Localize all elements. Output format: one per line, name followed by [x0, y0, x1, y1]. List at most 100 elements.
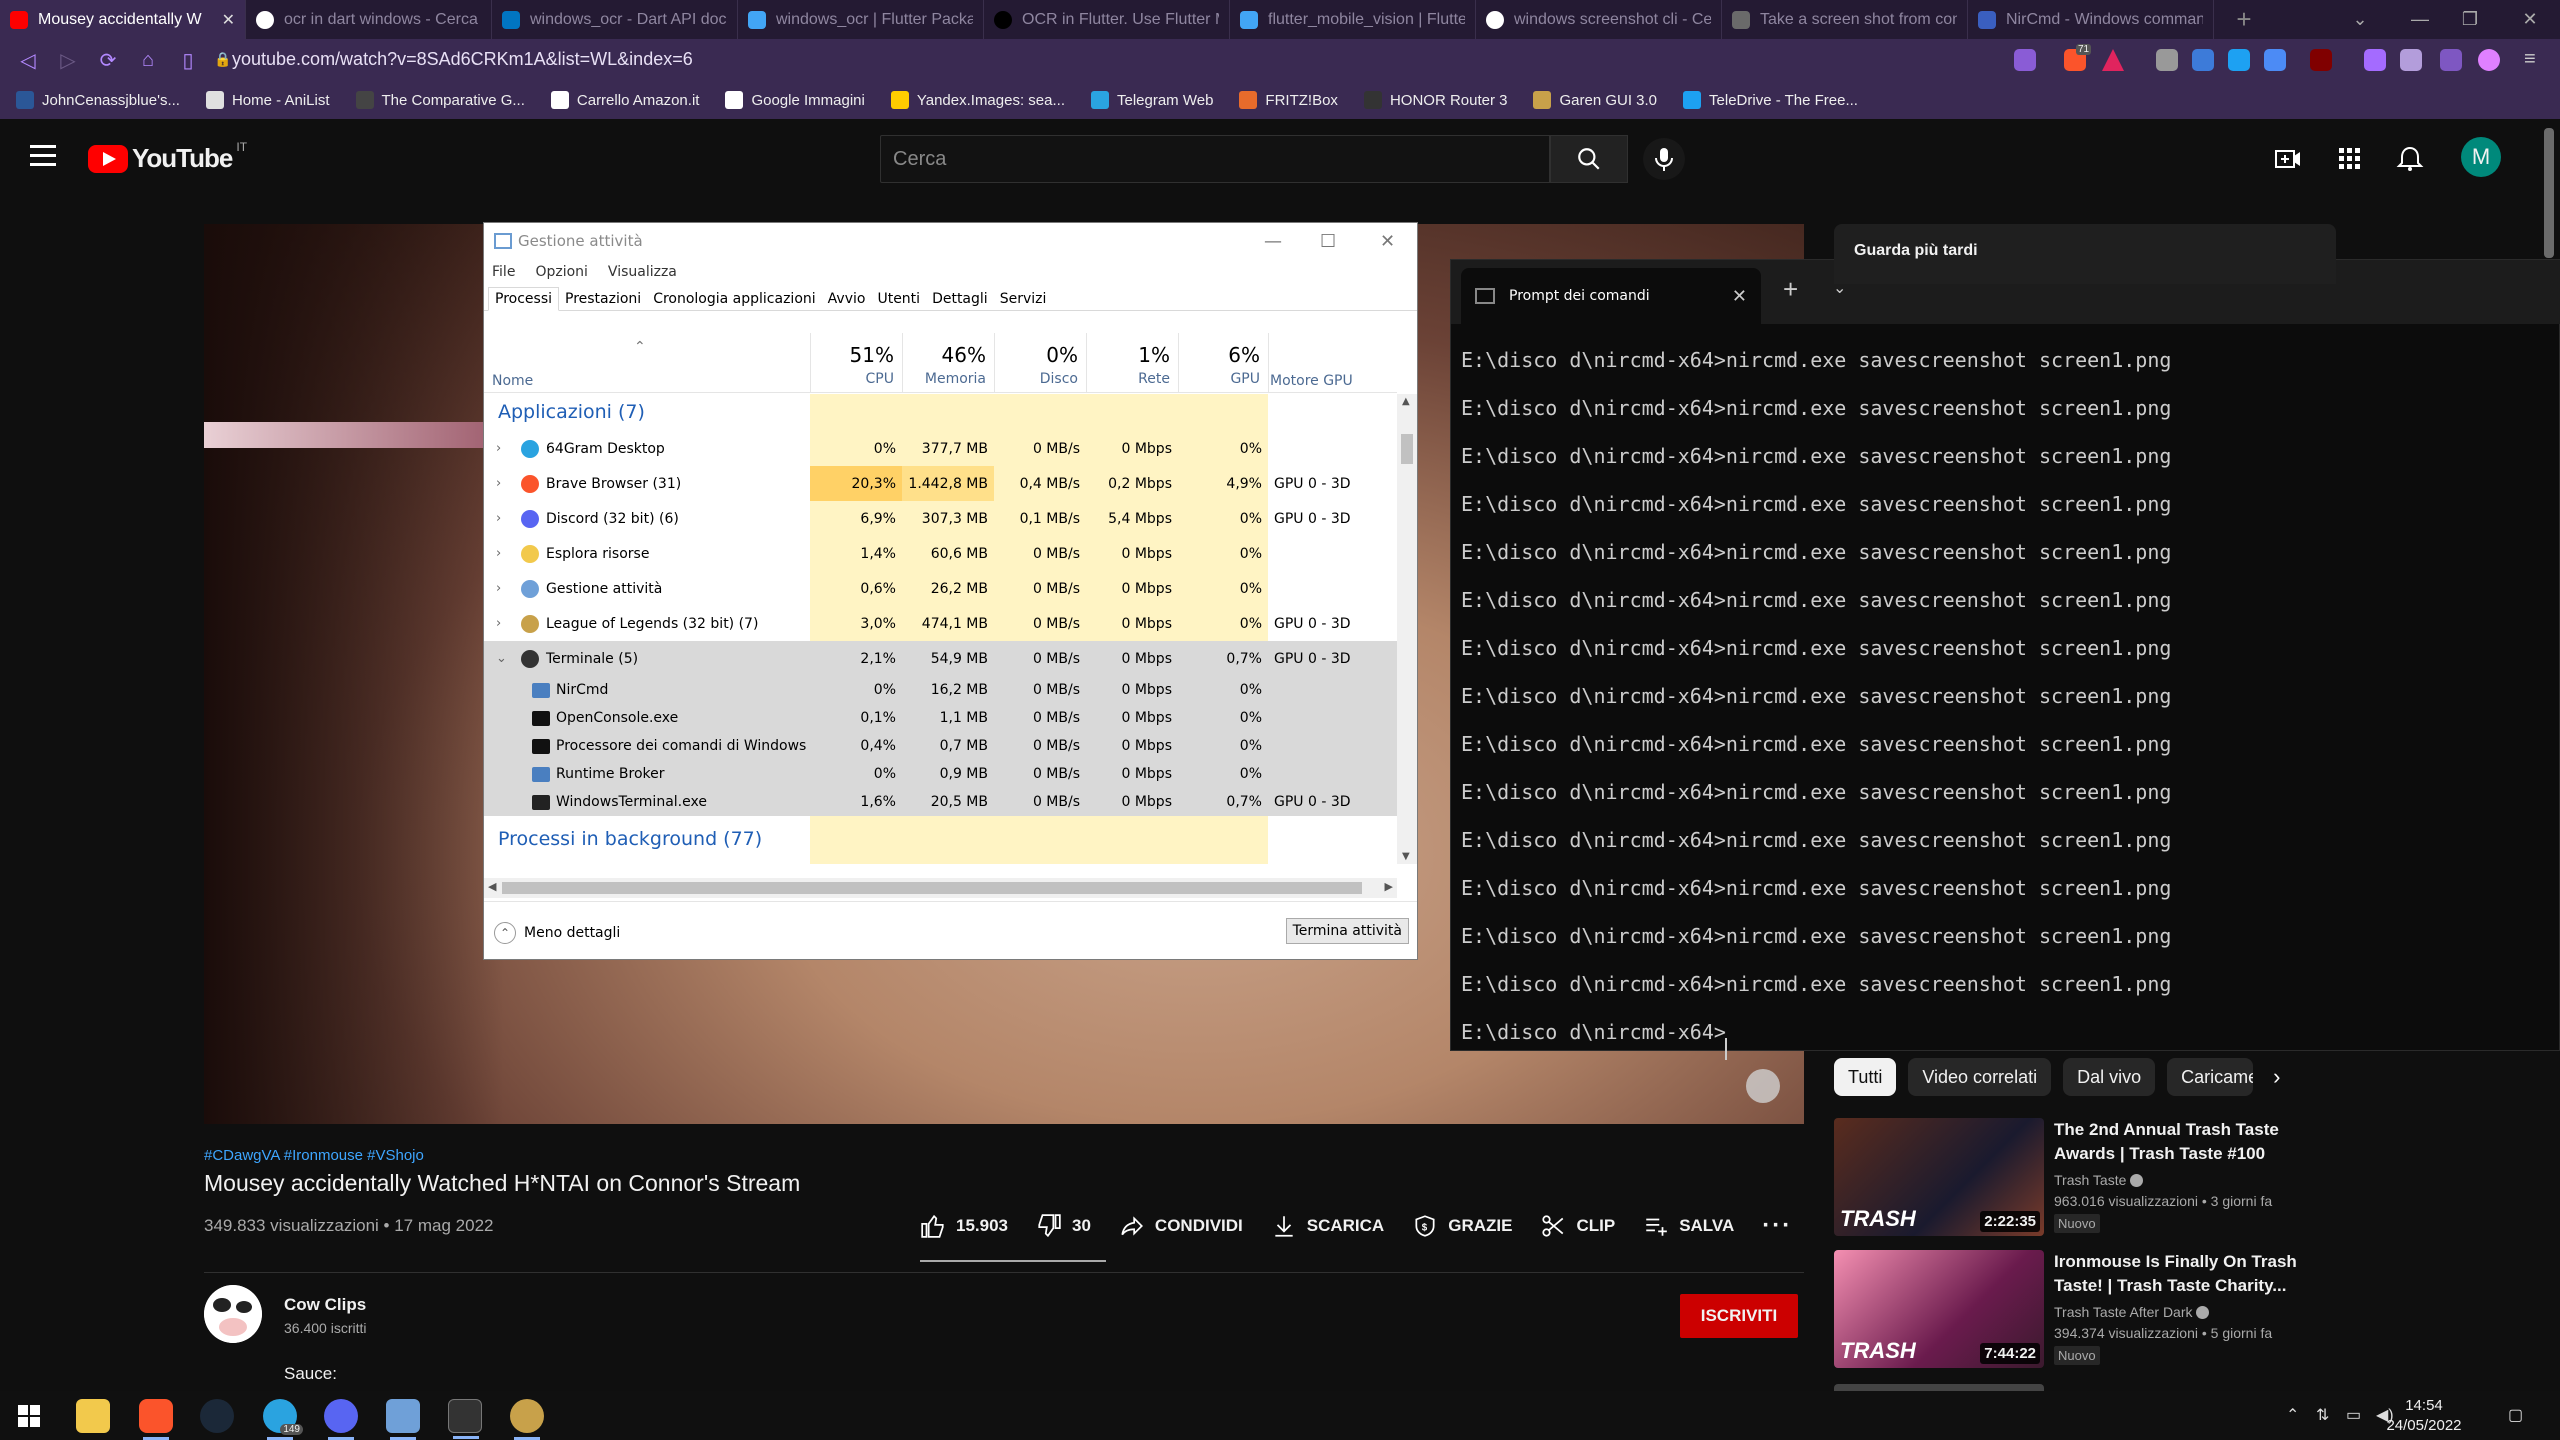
column-network[interactable]: 1% Rete: [1086, 333, 1178, 393]
column-disk[interactable]: 0% Disco: [994, 333, 1086, 393]
forward-icon[interactable]: ▷: [48, 39, 88, 81]
browser-menu-icon[interactable]: ≡: [2524, 48, 2536, 71]
menu-file[interactable]: File: [492, 264, 515, 280]
notifications-bell-icon[interactable]: [2396, 145, 2424, 173]
expand-chevron-icon[interactable]: ›: [496, 546, 501, 561]
tab-details[interactable]: Dettagli: [926, 288, 994, 310]
recommended-channel[interactable]: Trash Taste After Dark: [2054, 1304, 2210, 1320]
extensions-puzzle-icon[interactable]: [2364, 49, 2386, 71]
tray-chevron-icon[interactable]: ⌃: [2286, 1405, 2299, 1425]
extension-icon-2[interactable]: [2192, 49, 2214, 71]
file-explorer-icon[interactable]: [76, 1399, 110, 1433]
url-field[interactable]: youtube.com/watch?v=8SAd6CRKm1A&list=WL&…: [232, 49, 693, 70]
expand-chevron-icon[interactable]: ›: [496, 476, 501, 491]
restore-button[interactable]: ❐: [2440, 0, 2500, 39]
ublock-icon[interactable]: [2310, 49, 2332, 71]
tab-app-history[interactable]: Cronologia applicazioni: [647, 288, 821, 310]
expand-chevron-icon[interactable]: ›: [496, 581, 501, 596]
tab-services[interactable]: Servizi: [994, 288, 1053, 310]
video-hashtags[interactable]: #CDawgVA #Ironmouse #VShojo: [204, 1147, 424, 1164]
column-cpu[interactable]: 51% CPU: [810, 333, 902, 393]
close-tab-icon[interactable]: ✕: [222, 10, 235, 30]
scroll-up-icon[interactable]: ▲: [1402, 396, 1410, 407]
tab-users[interactable]: Utenti: [871, 288, 926, 310]
thanks-button[interactable]: $ GRAZIE: [1412, 1213, 1512, 1239]
search-button[interactable]: [1550, 135, 1628, 183]
clip-button[interactable]: CLIP: [1540, 1213, 1615, 1239]
translate-icon[interactable]: [2264, 49, 2286, 71]
back-icon[interactable]: ◁: [8, 39, 48, 81]
browser-tab[interactable]: OCR in Flutter. Use Flutter Mo: [984, 0, 1230, 39]
chip-all[interactable]: Tutti: [1834, 1058, 1897, 1096]
recommended-title[interactable]: The 2nd Annual Trash Taste Awards | Tras…: [2054, 1118, 2304, 1166]
wallet-icon[interactable]: [2440, 49, 2462, 71]
bookmark-item[interactable]: Google Immagini: [725, 91, 865, 109]
tab-startup[interactable]: Avvio: [822, 288, 872, 310]
browser-tab[interactable]: windows_ocr - Dart API docs: [492, 0, 738, 39]
download-button[interactable]: SCARICA: [1271, 1213, 1384, 1239]
telegram-icon[interactable]: 149: [263, 1399, 303, 1440]
home-icon[interactable]: ⌂: [128, 39, 168, 81]
terminal-tab[interactable]: Prompt dei comandi ✕: [1461, 268, 1761, 324]
share-button[interactable]: CONDIVIDI: [1119, 1213, 1243, 1239]
brave-taskbar-icon[interactable]: [139, 1399, 173, 1440]
bookmark-item[interactable]: TeleDrive - The Free...: [1683, 91, 1858, 109]
scroll-right-icon[interactable]: ▶: [1385, 880, 1393, 893]
like-button[interactable]: 15.903: [920, 1213, 1008, 1239]
browser-tab[interactable]: flutter_mobile_vision | Flutter: [1230, 0, 1476, 39]
vertical-scrollbar[interactable]: ▲ ▼: [1397, 394, 1417, 864]
column-name[interactable]: Nome: [492, 373, 533, 389]
browser-tab[interactable]: Mousey accidentally W ✕: [0, 0, 246, 39]
bookmark-item[interactable]: HONOR Router 3: [1363, 91, 1507, 109]
hamburger-menu-icon[interactable]: [30, 145, 56, 167]
tm-maximize-button[interactable]: ☐: [1320, 231, 1336, 252]
new-terminal-tab-button[interactable]: +: [1783, 274, 1798, 305]
browser-tab[interactable]: ocr in dart windows - Cerca c: [246, 0, 492, 39]
tab-search-icon[interactable]: ⌄: [2330, 0, 2390, 39]
notification-center-icon[interactable]: ▢: [2508, 1405, 2523, 1425]
bookmark-item[interactable]: Garen GUI 3.0: [1533, 91, 1657, 109]
recommended-video[interactable]: TRASH 2:22:35 The 2nd Annual Trash Taste A…: [1834, 1118, 2524, 1238]
recommended-title[interactable]: Ironmouse Is Finally On Trash Taste! | T…: [2054, 1250, 2304, 1298]
bookmark-item[interactable]: JohnCenassjblue's...: [16, 91, 180, 109]
dislike-button[interactable]: 30: [1036, 1213, 1091, 1239]
group-apps-row[interactable]: Applicazioni (7): [484, 394, 1397, 429]
bookmark-item[interactable]: Telegram Web: [1090, 91, 1213, 109]
search-input[interactable]: Cerca: [880, 135, 1550, 183]
process-row[interactable]: › Brave Browser (31) 20,3% 1.442,8 MB 0,4 MB…: [484, 466, 1397, 501]
bookmark-item[interactable]: The Comparative G...: [355, 91, 525, 109]
bookmark-icon[interactable]: ▯: [168, 39, 208, 81]
process-row[interactable]: ⌄ Terminale (5) 2,1% 54,9 MB 0 MB/s 0 Mbps 0,7…: [484, 641, 1397, 676]
process-row[interactable]: › Discord (32 bit) (6) 6,9% 307,3 MB 0,1 MB/…: [484, 501, 1397, 536]
chip-live[interactable]: Dal vivo: [2063, 1058, 2156, 1096]
video-thumbnail[interactable]: TRASH 2:22:35: [1834, 1118, 2044, 1236]
page-scrollbar[interactable]: [2544, 128, 2554, 258]
bookmark-item[interactable]: Carrello Amazon.it: [550, 91, 699, 109]
steam-icon[interactable]: [200, 1399, 234, 1433]
reading-list-icon[interactable]: [2400, 49, 2422, 71]
process-row[interactable]: › League of Legends (32 bit) (7) 3,0% 474,1…: [484, 606, 1397, 641]
close-window-button[interactable]: ✕: [2500, 0, 2560, 39]
subscribe-button[interactable]: ISCRIVITI: [1680, 1294, 1798, 1338]
column-gpu[interactable]: 6% GPU: [1178, 333, 1268, 393]
watch-later-panel[interactable]: Guarda più tardi: [1834, 224, 2336, 284]
extension-icon-1[interactable]: [2156, 49, 2178, 71]
video-thumbnail[interactable]: TRASH 7:44:22: [1834, 1250, 2044, 1368]
extension-icon-3[interactable]: [2228, 49, 2250, 71]
more-actions-icon[interactable]: ···: [1762, 1212, 1792, 1240]
collapse-chevron-icon[interactable]: ⌄: [496, 651, 507, 666]
channel-name[interactable]: Cow Clips: [284, 1295, 366, 1315]
task-manager-taskbar-icon[interactable]: [386, 1399, 420, 1440]
process-subrow[interactable]: NirCmd 0% 16,2 MB 0 MB/s 0 Mbps 0%: [484, 676, 1397, 704]
user-avatar[interactable]: M: [2461, 137, 2501, 177]
vertical-scroll-thumb[interactable]: [1401, 434, 1413, 464]
menu-options[interactable]: Opzioni: [535, 264, 587, 280]
create-video-icon[interactable]: [2274, 145, 2302, 173]
tab-performance[interactable]: Prestazioni: [559, 288, 647, 310]
chevron-right-icon[interactable]: ›: [2273, 1064, 2280, 1090]
display-icon[interactable]: ▭: [2346, 1405, 2361, 1425]
bookmark-item[interactable]: Home - AniList: [205, 91, 330, 109]
sort-chevron-icon[interactable]: ⌃: [634, 339, 646, 355]
scroll-left-icon[interactable]: ◀: [488, 880, 496, 893]
browser-tab[interactable]: NirCmd - Windows command: [1968, 0, 2214, 39]
